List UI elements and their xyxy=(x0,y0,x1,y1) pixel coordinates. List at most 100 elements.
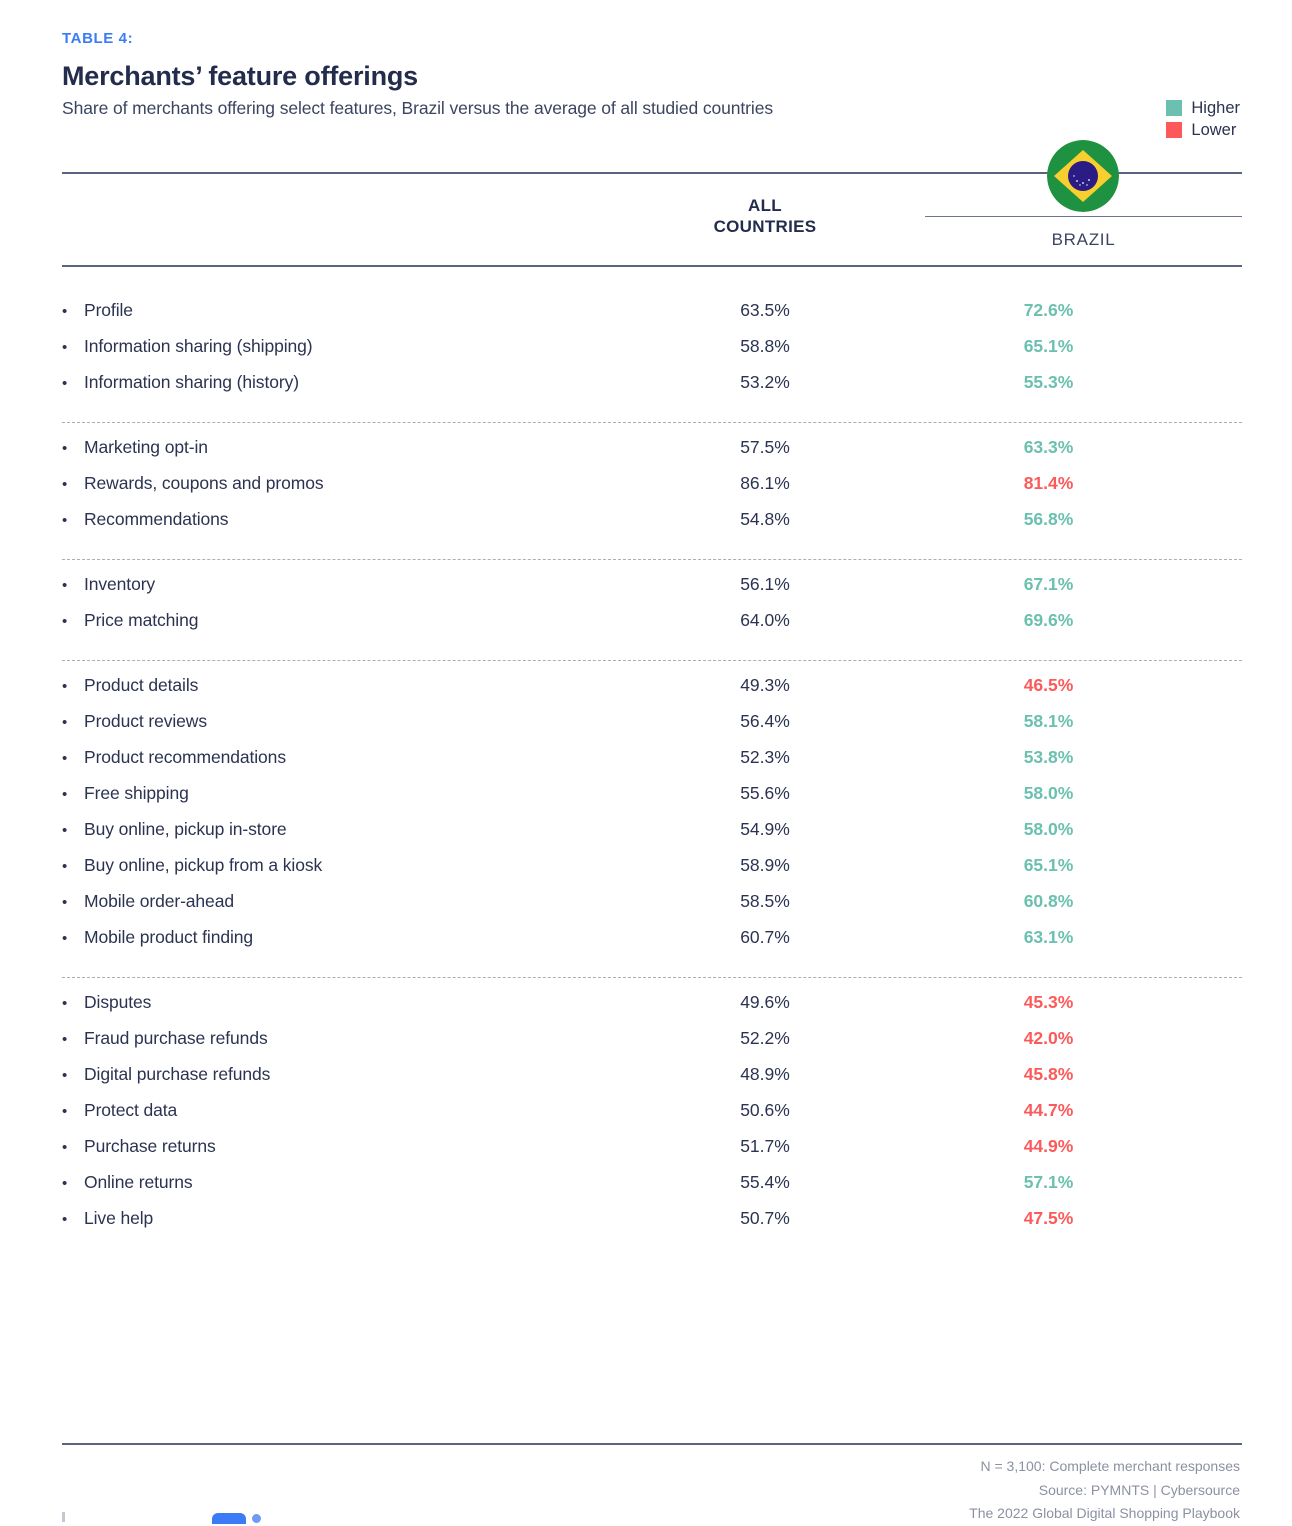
row-label-text: Product details xyxy=(84,675,199,695)
table-row: • Product recommendations 52.3% 53.8% xyxy=(62,747,1242,783)
brazil-value: 55.3% xyxy=(1023,372,1074,392)
row-label-text: Information sharing (shipping) xyxy=(84,336,313,356)
row-label-text: Fraud purchase refunds xyxy=(84,1028,268,1048)
row-label-cell: • Information sharing (shipping) xyxy=(62,336,640,357)
table-row: • Profile 63.5% 72.6% xyxy=(62,300,1242,336)
row-label-cell: • Live help xyxy=(62,1208,640,1229)
row-label-text: Buy online, pickup from a kiosk xyxy=(84,855,323,875)
bullet-icon: • xyxy=(62,930,68,947)
brazil-value: 45.8% xyxy=(1023,1064,1074,1084)
brazil-value: 58.0% xyxy=(1023,783,1074,803)
brazil-value: 58.0% xyxy=(1023,819,1074,839)
row-group: • Profile 63.5% 72.6% • Information sharing (… xyxy=(62,286,1242,422)
row-label-cell: • Inventory xyxy=(62,574,640,595)
all-countries-value: 50.7% xyxy=(740,1208,790,1228)
table-row: • Information sharing (history) 53.2% 55.3% xyxy=(62,372,1242,408)
table-row: • Disputes 49.6% 45.3% xyxy=(62,992,1242,1028)
table-row: • Recommendations 54.8% 56.8% xyxy=(62,509,1242,545)
bullet-icon: • xyxy=(62,1175,68,1192)
brazil-column-rule xyxy=(925,216,1242,217)
brazil-value: 67.1% xyxy=(1023,574,1074,594)
table-row: • Product details 49.3% 46.5% xyxy=(62,675,1242,711)
row-label-cell: • Information sharing (history) xyxy=(62,372,640,393)
row-label-text: Information sharing (history) xyxy=(84,372,299,392)
row-label-text: Digital purchase refunds xyxy=(84,1064,271,1084)
brazil-value: 72.6% xyxy=(1023,300,1074,320)
table-row: • Online returns 55.4% 57.1% xyxy=(62,1172,1242,1208)
row-label-text: Profile xyxy=(84,300,133,320)
row-label-cell: • Purchase returns xyxy=(62,1136,640,1157)
column-header-all-countries-line2: COUNTRIES xyxy=(713,217,817,237)
row-label-text: Price matching xyxy=(84,610,199,630)
brazil-value: 81.4% xyxy=(1023,473,1074,493)
table-page: TABLE 4: Merchants’ feature offerings Sh… xyxy=(0,0,1292,1524)
legend-item-higher: Higher xyxy=(1166,100,1240,117)
row-label-text: Protect data xyxy=(84,1100,178,1120)
table-row: • Inventory 56.1% 67.1% xyxy=(62,574,1242,610)
bullet-icon: • xyxy=(62,678,68,695)
footnotes: N = 3,100: Complete merchant responses So… xyxy=(969,1455,1240,1526)
table-row: • Purchase returns 51.7% 44.9% xyxy=(62,1136,1242,1172)
row-label-cell: • Buy online, pickup from a kiosk xyxy=(62,855,640,876)
brazil-value: 65.1% xyxy=(1023,336,1074,356)
brazil-value: 46.5% xyxy=(1023,675,1074,695)
legend-swatch-higher-icon xyxy=(1166,100,1183,117)
bullet-icon: • xyxy=(62,1211,68,1228)
all-countries-value: 57.5% xyxy=(740,437,790,457)
all-countries-value: 58.9% xyxy=(740,855,790,875)
table-row: • Fraud purchase refunds 52.2% 42.0% xyxy=(62,1028,1242,1064)
brazil-value: 69.6% xyxy=(1023,610,1074,630)
bullet-icon: • xyxy=(62,577,68,594)
all-countries-value: 51.7% xyxy=(740,1136,790,1156)
brazil-value: 57.1% xyxy=(1023,1172,1074,1192)
brazil-flag-icon xyxy=(1047,140,1119,212)
bullet-icon: • xyxy=(62,440,68,457)
row-label-text: Inventory xyxy=(84,574,156,594)
legend-swatch-lower-icon xyxy=(1166,121,1183,138)
row-label-text: Product recommendations xyxy=(84,747,286,767)
all-countries-value: 50.6% xyxy=(740,1100,790,1120)
row-label-cell: • Profile xyxy=(62,300,640,321)
bullet-icon: • xyxy=(62,858,68,875)
table-body: • Profile 63.5% 72.6% • Information sharing (… xyxy=(62,286,1242,1258)
all-countries-value: 54.9% xyxy=(740,819,790,839)
row-label-text: Buy online, pickup in-store xyxy=(84,819,287,839)
table-row: • Live help 50.7% 47.5% xyxy=(62,1208,1242,1244)
all-countries-value: 56.1% xyxy=(740,574,790,594)
corner-logo-mark-icon xyxy=(212,1513,246,1524)
all-countries-value: 55.6% xyxy=(740,783,790,803)
column-header-brazil: BRAZIL xyxy=(1051,230,1116,249)
row-label-cell: • Product details xyxy=(62,675,640,696)
corner-logo-bar-icon xyxy=(62,1512,65,1522)
table-row: • Rewards, coupons and promos 86.1% 81.4% xyxy=(62,473,1242,509)
all-countries-value: 48.9% xyxy=(740,1064,790,1084)
row-label-text: Purchase returns xyxy=(84,1136,216,1156)
all-countries-value: 55.4% xyxy=(740,1172,790,1192)
table-row: • Product reviews 56.4% 58.1% xyxy=(62,711,1242,747)
all-countries-value: 53.2% xyxy=(740,372,790,392)
corner-logo xyxy=(60,1512,270,1526)
brazil-value: 45.3% xyxy=(1023,992,1074,1012)
all-countries-value: 63.5% xyxy=(740,300,790,320)
table-row: • Free shipping 55.6% 58.0% xyxy=(62,783,1242,819)
row-label-text: Live help xyxy=(84,1208,154,1228)
bullet-icon: • xyxy=(62,894,68,911)
all-countries-value: 52.2% xyxy=(740,1028,790,1048)
all-countries-value: 58.8% xyxy=(740,336,790,356)
bullet-icon: • xyxy=(62,786,68,803)
table-eyebrow: TABLE 4: xyxy=(62,30,134,47)
bullet-icon: • xyxy=(62,822,68,839)
all-countries-value: 58.5% xyxy=(740,891,790,911)
row-label-text: Recommendations xyxy=(84,509,229,529)
bullet-icon: • xyxy=(62,303,68,320)
footnote-line: Source: PYMNTS | Cybersource xyxy=(1038,1481,1240,1498)
bullet-icon: • xyxy=(62,339,68,356)
row-group: • Disputes 49.6% 45.3% • Fraud purchase refun… xyxy=(62,977,1242,1258)
bullet-icon: • xyxy=(62,1031,68,1048)
table-row: • Digital purchase refunds 48.9% 45.8% xyxy=(62,1064,1242,1100)
row-label-cell: • Price matching xyxy=(62,610,640,631)
brazil-value: 63.1% xyxy=(1023,927,1074,947)
bullet-icon: • xyxy=(62,375,68,392)
all-countries-value: 56.4% xyxy=(740,711,790,731)
table-row: • Mobile product finding 60.7% 63.1% xyxy=(62,927,1242,963)
